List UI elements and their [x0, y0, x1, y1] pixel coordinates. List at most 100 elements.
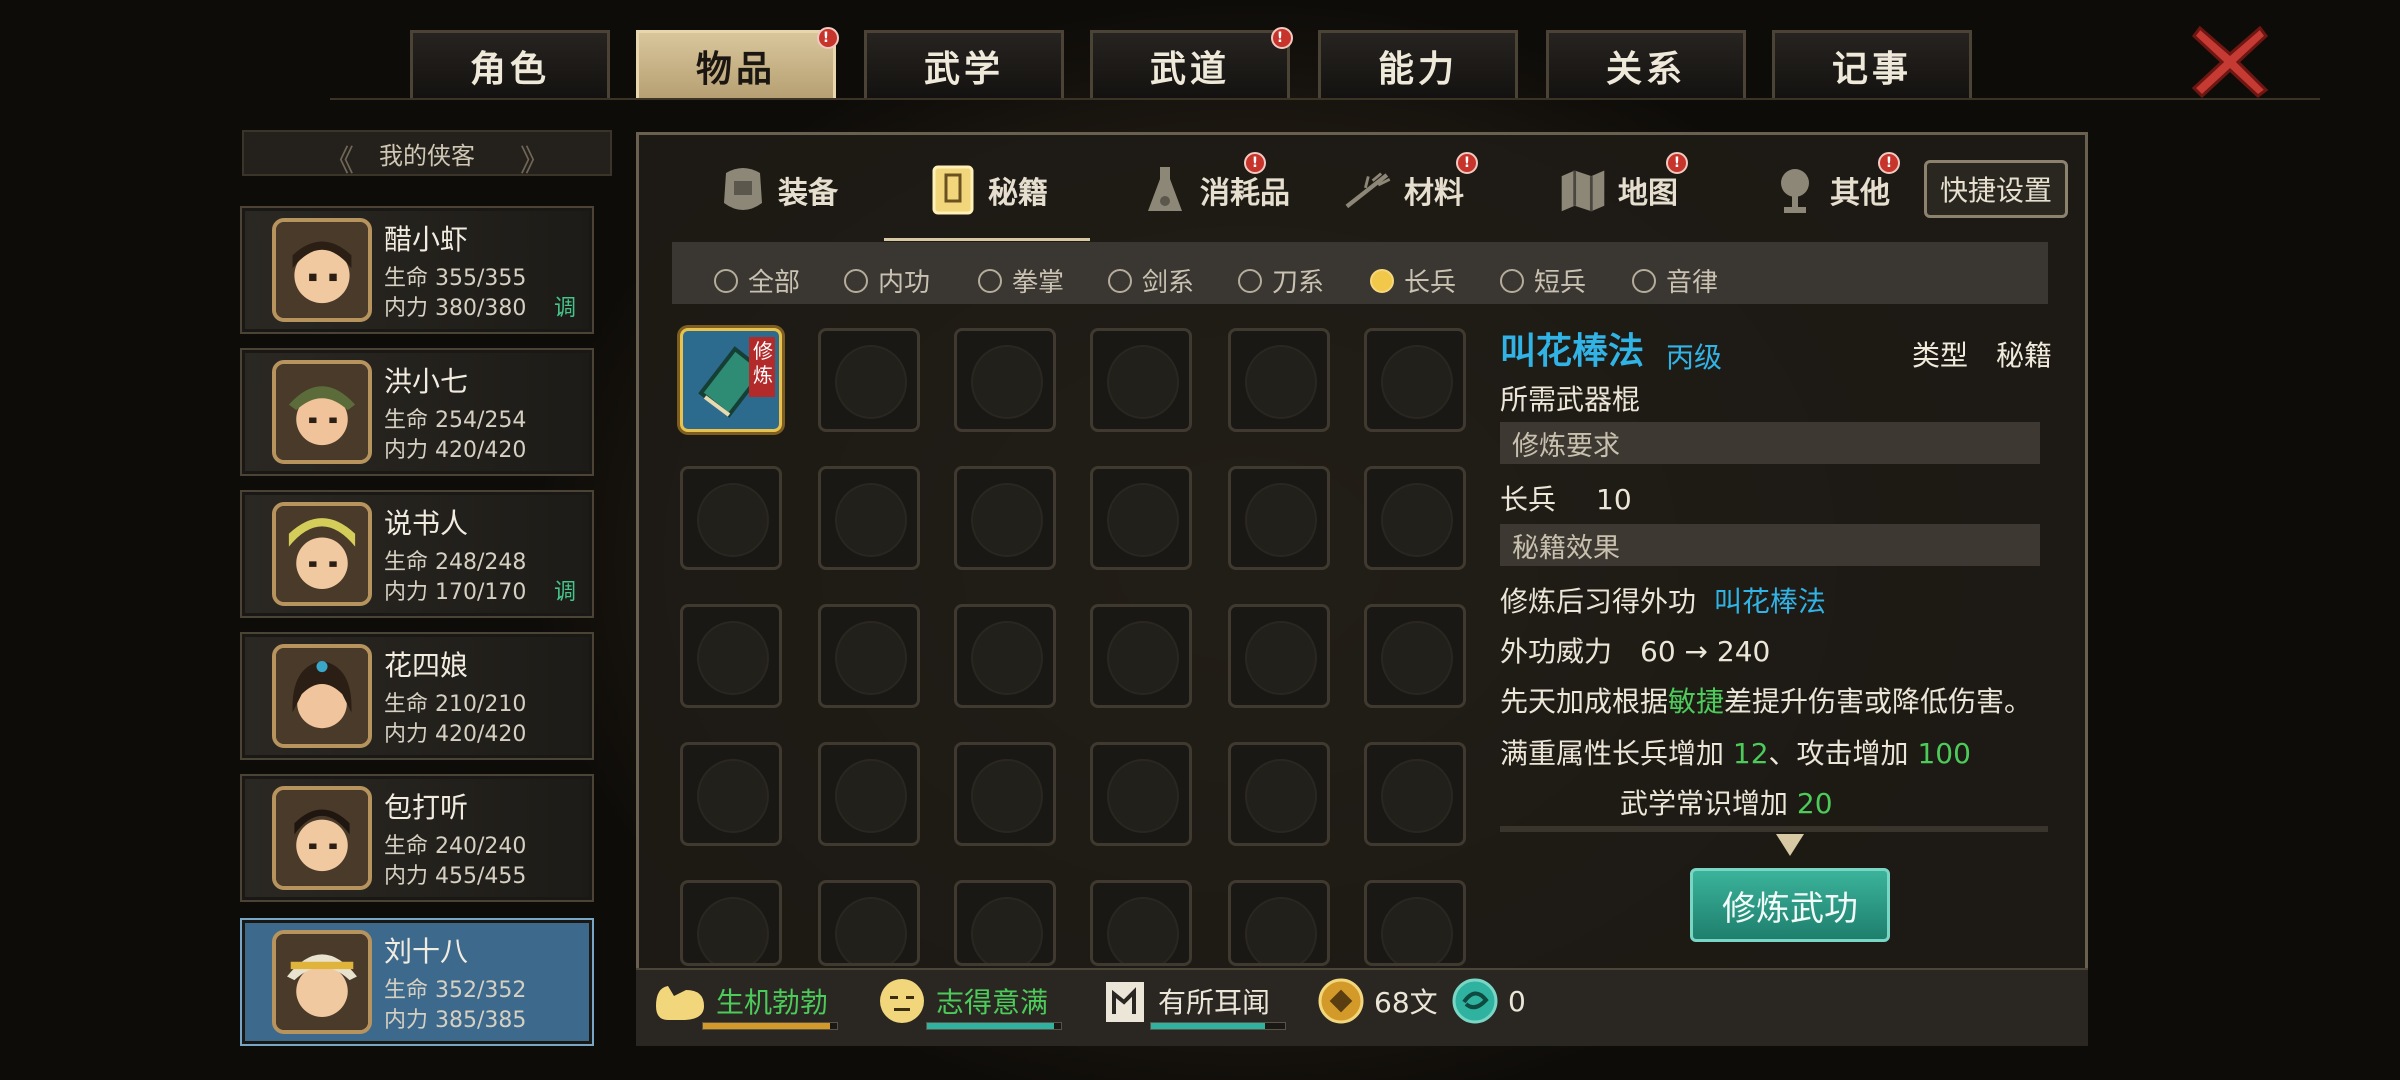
item-slot[interactable]	[818, 604, 920, 708]
item-slot[interactable]	[954, 328, 1056, 432]
tab-wudao[interactable]: 武道 !	[1090, 27, 1293, 98]
item-slot-selected[interactable]: 修炼	[680, 328, 782, 432]
effect-header: 秘籍效果	[1500, 524, 2040, 566]
item-slot[interactable]	[818, 742, 920, 846]
scroll-icon	[1106, 982, 1144, 1022]
avatar	[272, 644, 372, 748]
armor-icon	[718, 163, 768, 217]
filter-neigong[interactable]: 内功	[844, 262, 930, 299]
item-slot[interactable]	[1364, 466, 1466, 570]
filter-all[interactable]: 全部	[714, 262, 800, 299]
mood-status: 志得意满	[876, 976, 1062, 1030]
party-member[interactable]: 花四娘 生命 210/210 内力 420/420	[240, 632, 594, 760]
member-hp: 生命 352/352	[384, 978, 527, 1003]
filter-short-weapon[interactable]: 短兵	[1500, 262, 1586, 299]
item-slot[interactable]	[818, 328, 920, 432]
subtab-underline	[884, 238, 1090, 241]
tab-relations[interactable]: 关系	[1546, 30, 1746, 98]
item-slot[interactable]	[1228, 604, 1330, 708]
item-slot[interactable]	[818, 466, 920, 570]
item-slot[interactable]	[1090, 328, 1192, 432]
item-slot[interactable]	[680, 466, 782, 570]
tab-label: 武学	[923, 48, 1004, 90]
filter-music[interactable]: 音律	[1632, 262, 1718, 299]
detail-scrollbar[interactable]	[1500, 826, 2048, 832]
party-member[interactable]: 说书人 生命 248/248 内力 170/170 调	[240, 490, 594, 618]
member-hp: 生命 240/240	[384, 834, 527, 859]
filter-sword[interactable]: 剑系	[1108, 262, 1194, 299]
subtab-maps[interactable]: 地图 !	[1558, 150, 1688, 230]
subtab-equipment[interactable]: 装备	[718, 150, 838, 230]
party-member-selected[interactable]: 刘十八 生命 352/352 内力 385/385	[240, 918, 594, 1046]
subtab-label: 其他	[1830, 176, 1890, 211]
subtab-other[interactable]: 其他 !	[1770, 150, 1900, 230]
alert-badge: !	[1666, 152, 1688, 174]
item-slot[interactable]	[1090, 742, 1192, 846]
item-slot[interactable]	[1364, 604, 1466, 708]
item-slot[interactable]	[954, 604, 1056, 708]
next-arrow-icon[interactable]: 》	[520, 136, 550, 180]
tab-abilities[interactable]: 能力	[1318, 30, 1518, 98]
scroll-down-icon[interactable]	[1776, 834, 1804, 856]
member-mp: 内力 380/380	[384, 296, 527, 321]
item-slot[interactable]	[1364, 742, 1466, 846]
item-slot[interactable]	[1364, 328, 1466, 432]
tab-label: 武道	[1149, 48, 1230, 90]
item-slot[interactable]	[1364, 880, 1466, 966]
item-slot[interactable]	[818, 880, 920, 966]
item-slot[interactable]	[1090, 880, 1192, 966]
tab-martial-arts[interactable]: 武学	[864, 30, 1064, 98]
tab-label: 关系	[1605, 48, 1686, 90]
item-slot[interactable]	[954, 466, 1056, 570]
map-icon	[1558, 163, 1608, 217]
party-member[interactable]: 醋小虾 生命 355/355 内力 380/380 调	[240, 206, 594, 334]
tab-character[interactable]: 角色	[410, 30, 610, 98]
face-icon	[880, 979, 924, 1023]
prev-arrow-icon[interactable]: 《	[324, 136, 354, 180]
radio-icon	[1632, 268, 1656, 293]
alert-badge: !	[1271, 27, 1293, 49]
item-slot[interactable]	[1090, 604, 1192, 708]
item-slot[interactable]	[954, 880, 1056, 966]
item-slot[interactable]	[1228, 328, 1330, 432]
book-icon	[928, 163, 978, 217]
tab-journal[interactable]: 记事	[1772, 30, 1972, 98]
party-member[interactable]: 洪小七 生命 254/254 内力 420/420	[240, 348, 594, 476]
item-slot[interactable]	[954, 742, 1056, 846]
item-slot[interactable]	[1228, 880, 1330, 966]
jade: 0	[1450, 976, 1526, 1026]
close-icon[interactable]	[2190, 20, 2270, 100]
radio-selected-icon	[1370, 268, 1394, 293]
item-slot[interactable]	[680, 880, 782, 966]
train-button[interactable]: 修炼武功	[1690, 868, 1890, 942]
muscle-icon	[656, 986, 704, 1020]
radio-icon	[978, 268, 1002, 293]
filter-long-weapon[interactable]: 长兵	[1370, 262, 1456, 299]
party-header: 《 我的侠客 》	[242, 130, 612, 179]
quick-settings-button[interactable]: 快捷设置	[1924, 160, 2068, 218]
filter-blade[interactable]: 刀系	[1238, 262, 1324, 299]
subtab-manuals[interactable]: 秘籍	[928, 150, 1048, 230]
party-member[interactable]: 包打听 生命 240/240 内力 455/455	[240, 774, 594, 902]
item-slot[interactable]	[1090, 466, 1192, 570]
filter-fist[interactable]: 拳掌	[978, 262, 1064, 299]
member-name: 刘十八	[384, 935, 469, 968]
reputation-label: 有所耳闻	[1158, 986, 1271, 1019]
subtab-materials[interactable]: 材料 !	[1344, 150, 1478, 230]
potion-icon	[1140, 163, 1190, 217]
money-value: 68文	[1374, 986, 1438, 1019]
item-slot[interactable]	[1228, 466, 1330, 570]
subtab-label: 秘籍	[988, 176, 1048, 211]
item-slot[interactable]	[680, 604, 782, 708]
subtab-consumables[interactable]: 消耗品 !	[1140, 150, 1290, 230]
alert-badge: !	[817, 27, 839, 49]
full-bonus-row: 满重属性长兵增加 12、攻击增加 100	[1500, 737, 1971, 770]
radio-icon	[1500, 268, 1524, 293]
requirement-header: 修炼要求	[1500, 422, 2040, 464]
subtab-label: 消耗品	[1200, 176, 1290, 211]
subtab-label: 材料	[1404, 176, 1464, 211]
item-slot[interactable]	[1228, 742, 1330, 846]
item-slot[interactable]	[680, 742, 782, 846]
tab-items[interactable]: 物品 !	[636, 27, 839, 98]
reputation-status: 有所耳闻	[1100, 976, 1286, 1030]
